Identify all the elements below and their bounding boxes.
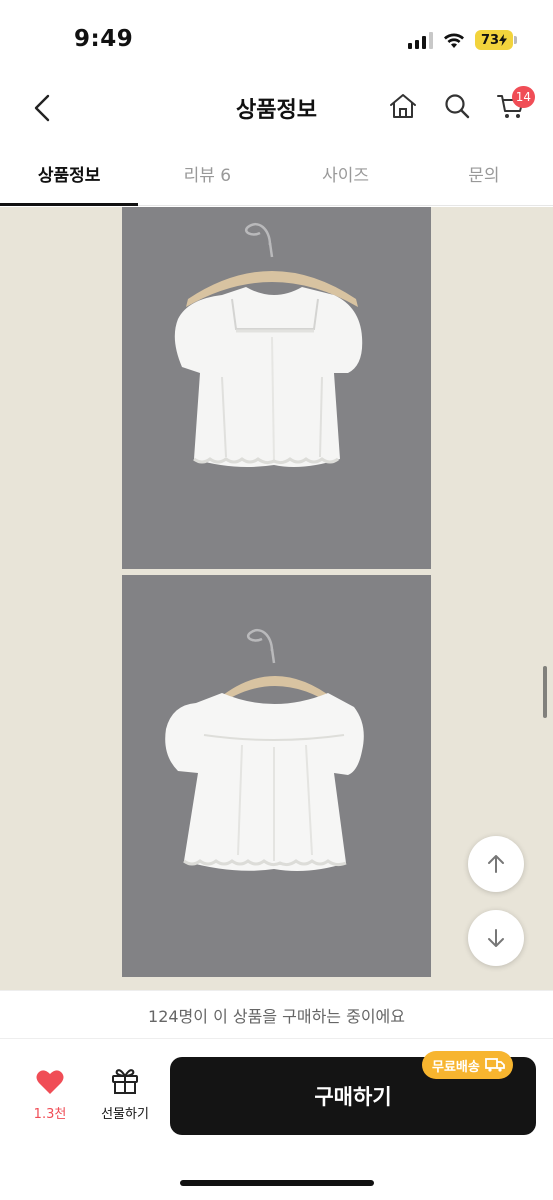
- purchase-activity-notice: 124명이 이 상품을 구매하는 중이에요: [0, 990, 553, 1038]
- home-indicator[interactable]: [180, 1180, 374, 1186]
- gift-button[interactable]: 선물하기: [90, 1067, 160, 1122]
- like-count: 1.3천: [33, 1107, 67, 1122]
- signal-icon: [408, 31, 433, 49]
- white-blouse-front-photo: [122, 207, 431, 569]
- tab-reviews[interactable]: 리뷰 6: [138, 148, 276, 205]
- status-time: 9:49: [74, 26, 134, 52]
- heart-icon: [36, 1070, 64, 1094]
- search-icon: [445, 94, 470, 119]
- truck-icon: [484, 1058, 505, 1072]
- arrow-down-icon: [488, 929, 504, 947]
- product-tabs: 상품정보 리뷰 6 사이즈 문의: [0, 148, 553, 206]
- gift-icon: [112, 1069, 138, 1094]
- battery-icon: 73: [475, 30, 517, 50]
- wifi-icon: [444, 33, 464, 48]
- gift-label: 선물하기: [101, 1107, 149, 1122]
- home-icon: [390, 94, 416, 118]
- header-actions: 14: [383, 86, 535, 126]
- search-button[interactable]: [437, 86, 477, 126]
- cart-button[interactable]: 14: [491, 86, 535, 126]
- status-bar: 9:49 73: [0, 0, 553, 80]
- tab-inquiry[interactable]: 문의: [415, 148, 553, 205]
- arrow-up-icon: [488, 855, 504, 873]
- cart-count-badge: 14: [511, 86, 535, 108]
- scrollbar-thumb[interactable]: [543, 666, 547, 718]
- app-header: 상품정보 14: [0, 80, 553, 136]
- bottom-action-bar: 1.3천 선물하기 구매하기 무료배송: [0, 1038, 553, 1200]
- home-button[interactable]: [383, 86, 423, 126]
- like-button[interactable]: 1.3천: [20, 1069, 80, 1122]
- tab-size[interactable]: 사이즈: [277, 148, 415, 205]
- white-blouse-back-photo: [122, 575, 431, 977]
- tab-product-info[interactable]: 상품정보: [0, 148, 139, 206]
- status-indicators: 73: [408, 30, 517, 50]
- free-shipping-badge: 무료배송: [422, 1051, 513, 1079]
- free-shipping-label: 무료배송: [432, 1059, 480, 1075]
- product-detail-content: [0, 207, 553, 995]
- buy-button-label: 구매하기: [314, 1085, 392, 1109]
- battery-level: 73: [480, 32, 500, 48]
- scroll-to-bottom-button[interactable]: [468, 910, 524, 966]
- scroll-to-top-button[interactable]: [468, 836, 524, 892]
